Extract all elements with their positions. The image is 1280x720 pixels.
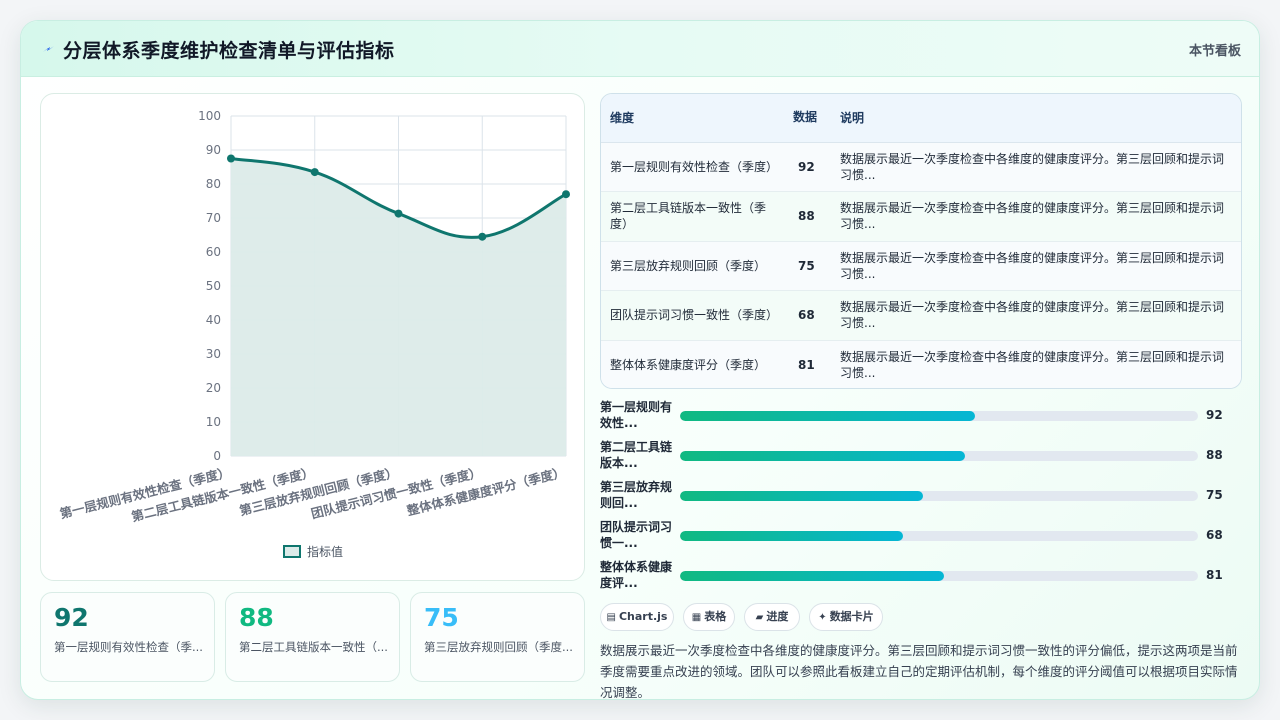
dashboard-panel: 分层体系季度维护检查清单与评估指标 本节看板 0 10 20 30 40 50 60 70 80… bbox=[20, 20, 1260, 700]
cell-value: 88 bbox=[798, 209, 815, 224]
data-point bbox=[478, 232, 487, 241]
cell-dimension: 团队提示词习惯一致性（季度） bbox=[610, 308, 779, 323]
y-tick-label: 90 bbox=[206, 143, 221, 157]
chip-data-card[interactable]: ✦ 数据卡片 bbox=[809, 603, 883, 631]
chip-label: 表格 bbox=[704, 610, 727, 623]
progress-track bbox=[680, 531, 1198, 541]
table-icon: ▦ bbox=[691, 612, 702, 623]
stat-label: 第三层放弃规则回顾（季度... bbox=[424, 640, 573, 654]
cell-description: 数据展示最近一次季度检查中各维度的健康度评分。第三层回顾和提示词习惯... bbox=[840, 201, 1225, 232]
metrics-table-card: 维度 数据 说明 第一层规则有效性检查（季度） 92 数据展示最近一次季度检查中… bbox=[600, 93, 1242, 389]
chip-progress[interactable]: ▰ 进度 bbox=[744, 603, 800, 631]
cell-dimension: 第一层规则有效性检查（季度） bbox=[610, 159, 779, 174]
cell-value: 92 bbox=[798, 159, 815, 174]
progress-track bbox=[680, 491, 1198, 501]
y-tick-label: 100 bbox=[198, 109, 221, 123]
stat-card: 92 第一层规则有效性检查（季... bbox=[40, 592, 215, 682]
table-row[interactable]: 第二层工具链版本一致性（季度） 88 数据展示最近一次季度检查中各维度的健康度评… bbox=[601, 191, 1241, 241]
data-point bbox=[310, 168, 319, 177]
progress-label: 第一层规则有效性... bbox=[600, 400, 673, 430]
section-tag: 本节看板 bbox=[1188, 44, 1241, 59]
stat-value: 88 bbox=[239, 603, 274, 632]
chip-table[interactable]: ▦ 表格 bbox=[683, 603, 735, 631]
progress-value: 75 bbox=[1206, 488, 1223, 502]
progress-fill bbox=[680, 491, 924, 501]
column-header-description[interactable]: 说明 bbox=[831, 94, 1241, 143]
progress-label: 第二层工具链版本... bbox=[600, 440, 673, 470]
progress-track bbox=[680, 411, 1198, 421]
progress-value: 68 bbox=[1206, 528, 1223, 542]
progress-row: 整体体系健康度评... 81 bbox=[600, 559, 1242, 593]
y-tick-label: 40 bbox=[206, 313, 221, 327]
progress-value: 88 bbox=[1206, 448, 1223, 462]
progress-label: 团队提示词习惯一... bbox=[600, 520, 673, 550]
legend-swatch bbox=[283, 545, 301, 558]
cell-description: 数据展示最近一次季度检查中各维度的健康度评分。第三层回顾和提示词习惯... bbox=[840, 349, 1225, 380]
stat-card: 88 第二层工具链版本一致性（... bbox=[225, 592, 400, 682]
progress-value: 81 bbox=[1206, 568, 1223, 582]
progress-fill bbox=[680, 411, 976, 421]
y-tick-label: 80 bbox=[206, 177, 221, 191]
progress-track bbox=[680, 451, 1198, 461]
cell-description: 数据展示最近一次季度检查中各维度的健康度评分。第三层回顾和提示词习惯... bbox=[840, 250, 1225, 281]
progress-label: 第三层放弃规则回... bbox=[600, 480, 673, 510]
progress-row: 团队提示词习惯一... 68 bbox=[600, 519, 1242, 553]
progress-row: 第一层规则有效性... 92 bbox=[600, 399, 1242, 433]
cell-value: 75 bbox=[798, 258, 815, 273]
y-tick-label: 10 bbox=[206, 415, 221, 429]
data-point bbox=[562, 190, 570, 199]
cell-value: 81 bbox=[798, 357, 815, 372]
summary-text: 数据展示最近一次季度检查中各维度的健康度评分。第三层回顾和提示词习惯一致性的评分… bbox=[600, 643, 1238, 700]
progress-label: 整体体系健康度评... bbox=[600, 560, 673, 590]
column-header-value[interactable]: 数据 bbox=[789, 94, 831, 143]
progress-value: 92 bbox=[1206, 408, 1223, 422]
stat-value: 75 bbox=[424, 603, 459, 632]
legend-label: 指标值 bbox=[307, 544, 343, 559]
stat-label: 第一层规则有效性检查（季... bbox=[54, 640, 203, 654]
data-point bbox=[394, 209, 403, 218]
column-header-dimension[interactable]: 维度 bbox=[601, 94, 789, 143]
chip-label: Chart.js bbox=[618, 610, 668, 623]
cell-dimension: 整体体系健康度评分（季度） bbox=[610, 357, 767, 372]
area-chart: 0102030405060708090100第一层规则有效性检查（季度）第二层工… bbox=[58, 109, 570, 559]
chip-label: 进度 bbox=[766, 610, 789, 623]
cell-dimension: 第二层工具链版本一致性（季度） bbox=[610, 201, 767, 232]
metrics-table: 维度 数据 说明 第一层规则有效性检查（季度） 92 数据展示最近一次季度检查中… bbox=[601, 94, 1241, 388]
stat-card: 75 第三层放弃规则回顾（季度... bbox=[410, 592, 585, 682]
page-title: 分层体系季度维护检查清单与评估指标 bbox=[63, 40, 395, 62]
table-row[interactable]: 团队提示词习惯一致性（季度） 68 数据展示最近一次季度检查中各维度的健康度评分… bbox=[601, 290, 1241, 340]
y-tick-label: 50 bbox=[206, 279, 221, 293]
chart-icon: ▤ bbox=[606, 612, 616, 623]
lightning-icon bbox=[41, 39, 57, 59]
table-row[interactable]: 第一层规则有效性检查（季度） 92 数据展示最近一次季度检查中各维度的健康度评分… bbox=[601, 142, 1241, 192]
chart-card: 0 10 20 30 40 50 60 70 80 90 100 第一层规则有效性检查（季度） 第二层工… bbox=[40, 93, 585, 581]
progress-icon: ▰ bbox=[755, 612, 764, 623]
progress-fill bbox=[680, 571, 945, 581]
header-bar: 分层体系季度维护检查清单与评估指标 本节看板 bbox=[21, 21, 1259, 77]
progress-fill bbox=[680, 451, 965, 461]
stat-label: 第二层工具链版本一致性（... bbox=[239, 640, 388, 654]
cell-description: 数据展示最近一次季度检查中各维度的健康度评分。第三层回顾和提示词习惯... bbox=[840, 300, 1225, 331]
sparkle-icon: ✦ bbox=[818, 612, 827, 623]
cell-dimension: 第三层放弃规则回顾（季度） bbox=[610, 258, 767, 273]
data-point bbox=[227, 154, 235, 163]
stat-value: 92 bbox=[54, 603, 89, 632]
cell-description: 数据展示最近一次季度检查中各维度的健康度评分。第三层回顾和提示词习惯... bbox=[840, 151, 1225, 182]
table-row[interactable]: 第三层放弃规则回顾（季度） 75 数据展示最近一次季度检查中各维度的健康度评分。… bbox=[601, 241, 1241, 291]
table-header-row: 维度 数据 说明 bbox=[601, 94, 1241, 143]
cell-value: 68 bbox=[798, 308, 815, 323]
y-tick-label: 30 bbox=[206, 347, 221, 361]
y-tick-label: 20 bbox=[206, 381, 221, 395]
y-tick-label: 0 bbox=[213, 449, 221, 463]
progress-track bbox=[680, 571, 1198, 581]
progress-row: 第三层放弃规则回... 75 bbox=[600, 479, 1242, 513]
chip-label: 数据卡片 bbox=[829, 610, 874, 623]
y-tick-label: 60 bbox=[206, 245, 221, 259]
progress-fill bbox=[680, 531, 903, 541]
progress-row: 第二层工具链版本... 88 bbox=[600, 439, 1242, 473]
y-tick-label: 70 bbox=[206, 211, 221, 225]
chip-chartjs[interactable]: ▤ Chart.js bbox=[600, 603, 674, 631]
table-row[interactable]: 整体体系健康度评分（季度） 81 数据展示最近一次季度检查中各维度的健康度评分。… bbox=[601, 340, 1241, 388]
